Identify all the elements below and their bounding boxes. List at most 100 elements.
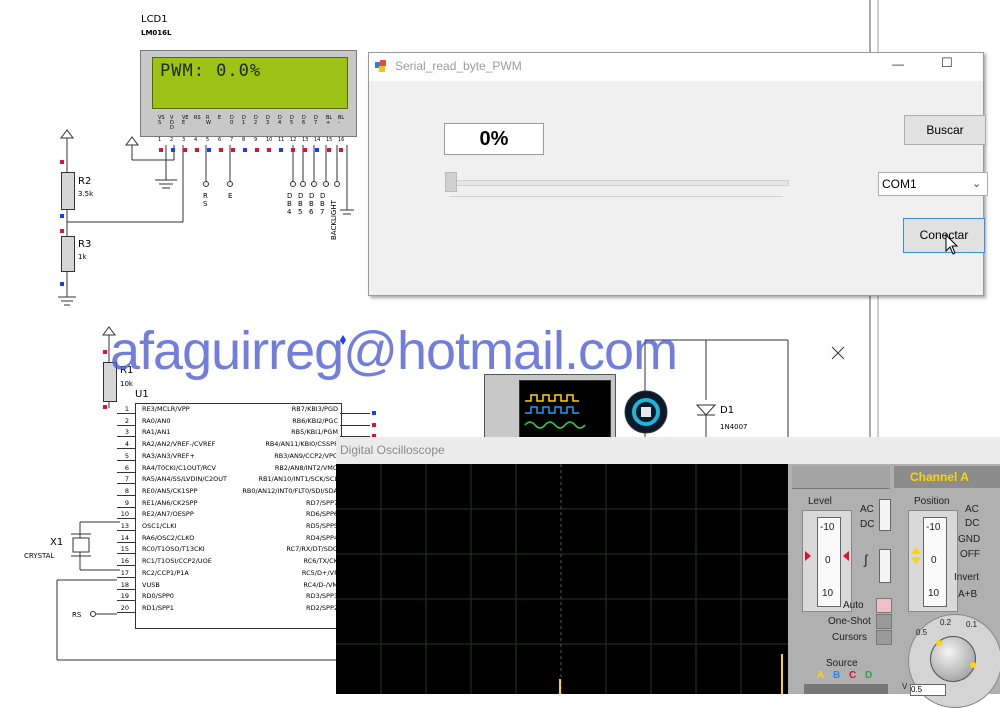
com-port-value: COM1 [882, 177, 917, 191]
scope-grid [336, 464, 788, 694]
resistor-r3[interactable] [61, 236, 75, 272]
lcd-pin-marker [339, 148, 343, 152]
lcd-pin-marker [243, 148, 247, 152]
lcd-pin-label: VSS [158, 115, 165, 126]
source-b[interactable]: B [833, 670, 840, 681]
source-label: Source [826, 658, 858, 669]
pic-pin-number: 8 [124, 486, 129, 495]
oscilloscope-title: Digital Oscilloscope [340, 443, 445, 457]
serial-dialog-window[interactable]: Serial_read_byte_PWM — ☐ 0% Buscar COM1 … [368, 52, 988, 296]
position-off-label: OFF [960, 549, 980, 560]
pic-pin-name: RE2/AN7/OESPP [142, 510, 194, 519]
lcd-pin-number: 16 [338, 137, 345, 143]
lcd-pin-label: D5 [290, 115, 294, 126]
pic-pin-number: 19 [120, 592, 129, 601]
source-a[interactable]: A [817, 670, 824, 681]
pic-pin-number: 5 [124, 451, 129, 460]
chevron-down-icon[interactable]: ⌄ [972, 173, 981, 195]
level-label: Level [808, 496, 832, 507]
resistor-r2[interactable] [61, 172, 75, 210]
lcd-pin-marker [315, 148, 319, 152]
lcd-pin-marker [267, 148, 271, 152]
pic-pin-name: RB1/AN10/INT1/SCK/SCL [258, 475, 338, 484]
dialog-titlebar[interactable]: Serial_read_byte_PWM — ☐ [369, 53, 983, 81]
source-slider[interactable] [804, 684, 888, 694]
lcd-pin-number: 2 [170, 137, 174, 143]
lcd-pin-number: 3 [182, 137, 186, 143]
one-shot-label: One-Shot [828, 616, 871, 627]
oscilloscope-titlebar[interactable]: Digital Oscilloscope [336, 437, 1000, 464]
volts-div-dial[interactable]: 0.5 0.2 0.1 V 0.5 [902, 614, 1000, 708]
dc-motor[interactable] [624, 391, 668, 435]
pwm-slider-track[interactable] [449, 180, 789, 186]
lcd-pin-label: D3 [266, 115, 270, 126]
pic-pin-line [117, 459, 135, 461]
source-d[interactable]: D [865, 670, 872, 681]
pic-pin-line [117, 448, 135, 450]
position-dc-label: DC [965, 518, 980, 529]
pic-pin-line [117, 553, 135, 555]
level-tick-mid: 0 [825, 555, 831, 566]
pic-pin-name: RA5/AN4/SS/LVDIN/C2OUT [142, 475, 227, 484]
oscilloscope-window[interactable]: Digital Oscilloscope Channel A Level -10… [336, 437, 1000, 708]
pic-pin-line [117, 494, 135, 496]
channel-a-label: Channel A [910, 470, 969, 484]
lcd-display-text: PWM: 0.0% [160, 61, 262, 81]
com-port-select[interactable]: COM1 ⌄ [878, 172, 988, 196]
a-plus-b-label: A+B [958, 589, 978, 600]
buscar-button[interactable]: Buscar [904, 115, 986, 145]
one-shot-button[interactable] [876, 614, 892, 629]
scope-pin-b: B [521, 397, 526, 405]
lcd-pin-marker [255, 148, 259, 152]
volts-tick-2: 0.1 [966, 620, 978, 629]
lcd-pin-number: 8 [242, 137, 246, 143]
pic-pin-name: RB0/AN12/INT0/FLT0/SDI/SDA [242, 486, 338, 495]
lcd-pin-marker [183, 148, 187, 152]
volts-tick-1: 0.2 [940, 618, 952, 627]
pic-pin-number: 3 [124, 428, 129, 437]
pic-pin-name: RB5/KBI1/PGM [291, 428, 338, 437]
coupling-switch[interactable] [879, 499, 891, 531]
app-icon [375, 60, 387, 72]
position-tick-top: -10 [926, 522, 941, 533]
pic-pin-number: 6 [124, 463, 129, 472]
level-control[interactable]: -10 0 10 [802, 510, 852, 612]
position-tick-mid: 0 [931, 555, 937, 566]
pic-pin-name: RA3/AN3/VREF+ [142, 451, 195, 460]
r2-value: 3.5k [78, 190, 94, 198]
pic-pin-number: 15 [120, 545, 129, 554]
lcd-db5-label: DB5 [298, 192, 304, 216]
pic-pin-name: RC0/T1OSO/T13CKI [142, 545, 205, 554]
conectar-button[interactable]: Conectar [903, 218, 985, 253]
auto-button[interactable] [876, 598, 892, 613]
lcd-pin-label: VEE [182, 115, 189, 126]
minimize-button[interactable]: — [888, 57, 908, 75]
pic-left-pins: 1 RE3/MCLR/VPP 2 RA0/AN0 3 RA1/AN1 4 RA2/AN2/VR… [115, 405, 245, 627]
level-mode-switch[interactable] [879, 549, 891, 583]
pic-pin-name: RD5/SPP5 [306, 522, 338, 530]
lcd-backlight-label: BACKLIGHT [330, 200, 338, 240]
source-c[interactable]: C [849, 670, 856, 681]
pic-pin-line [117, 530, 135, 531]
pic-pin-number: 10 [120, 510, 129, 519]
pic-pin-line [117, 413, 135, 414]
pic-pin-name: RA1/AN1 [142, 428, 171, 437]
maximize-button[interactable]: ☐ [937, 55, 957, 73]
invert-label: Invert [954, 572, 980, 583]
rs-net-label: RS [72, 611, 82, 619]
lcd-pin-label: D2 [254, 115, 258, 126]
position-control[interactable]: -10 0 10 [908, 510, 958, 612]
lcd-pin-marker [207, 148, 211, 152]
pwm-slider-thumb[interactable] [445, 172, 457, 192]
pic-pin-name: RC6/TX/CK [303, 557, 338, 566]
oscilloscope-symbol[interactable]: A B C D [484, 374, 616, 440]
source-selector[interactable]: A B C D [814, 670, 888, 682]
pic-pin-name: RB3/AN9/CCP2/VPO [274, 451, 338, 460]
position-up-arrow-icon [911, 547, 921, 554]
cursors-button[interactable] [876, 630, 892, 645]
lcd-pin-number: 14 [314, 137, 321, 143]
diode-d1[interactable] [690, 395, 722, 423]
pic-pin-name: RE0/AN5/CK1SPP [142, 486, 198, 495]
level-tick-bottom: 10 [822, 588, 834, 599]
pic-pin-name: RB7/KBI3/PGD [291, 405, 338, 413]
